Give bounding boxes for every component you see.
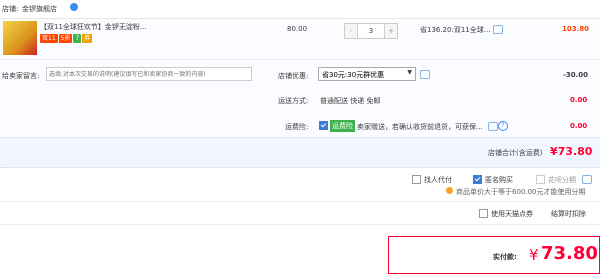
message-label: 给卖家留言: xyxy=(2,72,40,80)
proxy-pay-label: 找人代付 xyxy=(424,176,452,184)
huabei-checkbox[interactable] xyxy=(536,175,545,184)
store-label: 店铺: xyxy=(2,5,19,13)
quantity-plus-button[interactable]: + xyxy=(384,24,397,38)
points-note: 结算时扣除 xyxy=(551,210,586,218)
insurance-amount: 0.00 xyxy=(570,122,588,130)
final-payment-label: 实付款: xyxy=(493,253,517,261)
store-header: 店铺: 金锣旗舰店 xyxy=(0,0,600,19)
payment-options: 找人代付 匿名购买 花呗分期 商品单价大于等于600.00元才能使用分期 xyxy=(0,167,600,201)
discount-info-icon[interactable] xyxy=(493,25,503,34)
store-name-link[interactable]: 金锣旗舰店 xyxy=(22,4,57,14)
message-input[interactable] xyxy=(46,67,252,81)
promo-selected-value: 省30元:30元群优惠 xyxy=(322,71,385,79)
product-row: 【双11全球狂欢节】金锣无淀粉... 双11 5折 7 券 80.00 - 3 + 省… xyxy=(0,19,600,60)
item-subtotal: 103.80 xyxy=(562,25,590,33)
promo-info-icon[interactable] xyxy=(420,70,430,79)
final-payment-value: 73.80 xyxy=(541,243,598,264)
chevron-down-icon: ▼ xyxy=(407,69,412,76)
shipping-value: 普通配送 快递 免邮 xyxy=(320,97,381,105)
help-icon[interactable]: ? xyxy=(498,121,508,131)
product-badges: 双11 5折 7 券 xyxy=(40,34,93,43)
promo-label: 店铺优惠: xyxy=(278,72,309,80)
unit-price: 80.00 xyxy=(287,25,308,33)
quantity-input[interactable]: 3 xyxy=(358,24,384,38)
store-total-value: ¥73.80 xyxy=(550,145,593,158)
promo-select[interactable]: 省30元:30元群优惠 ▼ xyxy=(318,67,416,81)
huabei-note: 商品单价大于等于600.00元才能使用分期 xyxy=(456,188,586,196)
quantity-stepper: - 3 + xyxy=(344,23,398,39)
insurance-checkbox[interactable] xyxy=(319,121,328,130)
promo-amount: -30.00 xyxy=(563,71,589,79)
shipping-label: 运送方式: xyxy=(278,97,309,105)
points-row: 使用天猫点券 结算时扣除 xyxy=(0,202,600,224)
store-total-label: 店铺合计(含运费) xyxy=(488,149,543,157)
badge-7day: 7 xyxy=(73,34,82,43)
final-currency: ¥ xyxy=(529,246,539,264)
store-total-row: 店铺合计(含运费) ¥73.80 xyxy=(0,137,600,168)
badge-discount: 5折 xyxy=(58,34,73,43)
anonymous-label: 匿名购买 xyxy=(485,176,513,184)
item-discount-text: 省136.20:双11全球... xyxy=(420,26,491,34)
product-thumbnail[interactable] xyxy=(3,21,37,55)
badge-coupon: 券 xyxy=(82,34,93,43)
shipping-amount: 0.00 xyxy=(570,96,588,104)
wangwang-chat-icon[interactable] xyxy=(70,3,78,11)
tmall-points-label: 使用天猫点券 xyxy=(491,210,533,218)
insurance-text: 卖家赠送，若确认收货前退货，可获保... xyxy=(357,123,483,131)
huabei-info-icon[interactable] xyxy=(582,175,592,184)
insurance-chat-icon[interactable] xyxy=(488,122,498,131)
product-title-link[interactable]: 【双11全球狂欢节】金锣无淀粉... xyxy=(40,22,147,32)
tmall-points-checkbox[interactable] xyxy=(479,209,488,218)
divider-2 xyxy=(0,224,600,225)
anonymous-checkbox[interactable] xyxy=(473,175,482,184)
insurance-tag: 运费险 xyxy=(330,120,355,132)
proxy-pay-checkbox[interactable] xyxy=(412,175,421,184)
quantity-minus-button[interactable]: - xyxy=(345,24,358,38)
insurance-label: 运费险: xyxy=(285,123,309,131)
final-payment-box: 实付款: ¥ 73.80 xyxy=(388,236,600,274)
warning-icon xyxy=(446,187,453,194)
badge-double11: 双11 xyxy=(40,34,58,43)
huabei-label: 花呗分期 xyxy=(548,176,576,184)
